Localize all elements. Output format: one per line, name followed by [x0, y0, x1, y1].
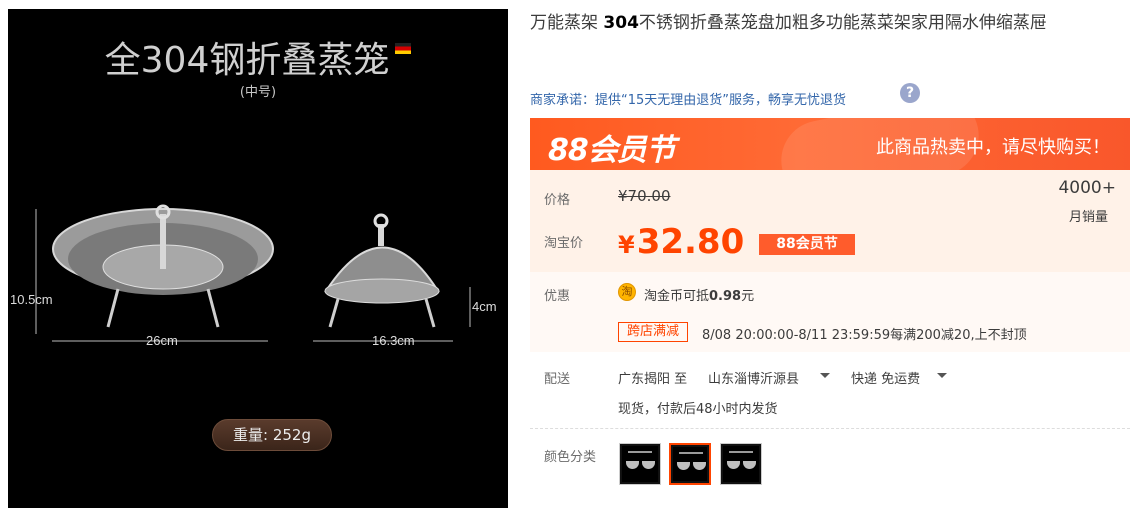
- thumb-title-bar: [679, 452, 703, 454]
- thumb-bowl: [642, 461, 655, 469]
- shipping-method-selector[interactable]: 快递 免运费: [851, 368, 920, 387]
- banner-hot-text: 此商品热卖中，请尽快购买！: [876, 137, 1110, 158]
- color-option-1[interactable]: [619, 443, 661, 485]
- thumb-bowl: [677, 462, 690, 470]
- title-rest: 不锈钢折叠蒸笼盘加粗多功能蒸菜架家用隔水伸缩蒸屉: [638, 13, 1047, 33]
- title-prefix: 万能蒸架: [530, 13, 604, 33]
- original-price: ¥70.00: [618, 187, 671, 205]
- flag-icon: [395, 43, 412, 54]
- thumb-bowl: [693, 462, 706, 470]
- price-panel: 价格 ¥70.00 淘宝价 ¥32.80 88会员节 4000+ 月销量: [530, 170, 1130, 272]
- color-category-label: 颜色分类: [544, 450, 597, 465]
- color-option-thumbnail: [622, 446, 658, 482]
- promo-label: 优惠: [544, 289, 571, 304]
- ship-to-selector[interactable]: 山东淄博沂源县: [708, 368, 799, 387]
- weight-badge: 重量: 252g: [212, 419, 332, 451]
- thumb-title-bar: [628, 451, 652, 453]
- product-main-image[interactable]: 全304钢折叠蒸笼 (中号) 10.5cm 26cm 16.3cm 4cm 重量…: [8, 9, 508, 508]
- image-subtitle: (中号): [239, 85, 277, 100]
- image-title-text: 全304钢折叠蒸笼: [104, 40, 390, 81]
- coin-discount-text: 淘金币可抵0.98元: [644, 285, 754, 304]
- color-option-3[interactable]: [720, 443, 762, 485]
- current-price: ¥32.80: [618, 222, 744, 262]
- taobao-coin-icon: 淘: [618, 283, 636, 301]
- monthly-sales-count: 4000+: [1058, 178, 1116, 198]
- coin-discount-value: 0.98: [709, 289, 742, 304]
- thumb-bowl: [626, 461, 639, 469]
- price-label: 价格: [544, 193, 571, 208]
- dimension-height-left: 10.5cm: [10, 292, 53, 307]
- chevron-down-icon[interactable]: [820, 373, 830, 378]
- ship-from: 广东揭阳 至: [618, 372, 688, 387]
- dimension-height-right: 4cm: [472, 299, 497, 314]
- cross-store-discount-text: 8/08 20:00:00-8/11 23:59:59每满200减20,上不封顶: [702, 328, 1027, 343]
- coin-discount-unit: 元: [741, 289, 755, 304]
- dimension-width-right: 16.3cm: [372, 333, 415, 348]
- product-title: 万能蒸架 304不锈钢折叠蒸笼盘加粗多功能蒸菜架家用隔水伸缩蒸屉: [530, 10, 1130, 36]
- title-bold: 304: [603, 13, 639, 33]
- dimension-width-left: 26cm: [146, 333, 178, 348]
- thumb-bowl: [727, 461, 740, 469]
- divider: [530, 428, 1130, 429]
- current-price-value: 32.80: [636, 222, 745, 262]
- event-price-tag: 88会员节: [759, 234, 855, 255]
- member-festival-banner[interactable]: 88会员节 此商品热卖中，请尽快购买！: [530, 118, 1130, 170]
- taobao-price-label: 淘宝价: [544, 236, 584, 251]
- thumb-title-bar: [729, 451, 753, 453]
- currency-symbol: ¥: [618, 231, 635, 259]
- shipping-label: 配送: [544, 372, 571, 387]
- image-title: 全304钢折叠蒸笼: [8, 31, 508, 83]
- banner-festival-logo: 88会员节: [548, 133, 676, 168]
- help-icon[interactable]: ?: [900, 83, 920, 103]
- color-option-thumbnail: [723, 446, 759, 482]
- seller-promise-link[interactable]: 商家承诺：提供“15天无理由退货”服务，畅享无忧退货: [530, 89, 846, 108]
- shipping-note: 现货，付款后48小时内发货: [618, 402, 778, 417]
- monthly-sales-label: 月销量: [1068, 210, 1108, 225]
- chevron-down-icon[interactable]: [937, 373, 947, 378]
- coin-discount-label: 淘金币可抵: [644, 289, 710, 304]
- color-option-thumbnail: [673, 447, 707, 481]
- cross-store-discount-tag[interactable]: 跨店满减: [618, 322, 688, 342]
- thumb-bowl: [743, 461, 756, 469]
- promotion-panel: 优惠 淘 淘金币可抵0.98元 跨店满减 8/08 20:00:00-8/11 …: [530, 272, 1130, 352]
- color-option-2[interactable]: [669, 443, 711, 485]
